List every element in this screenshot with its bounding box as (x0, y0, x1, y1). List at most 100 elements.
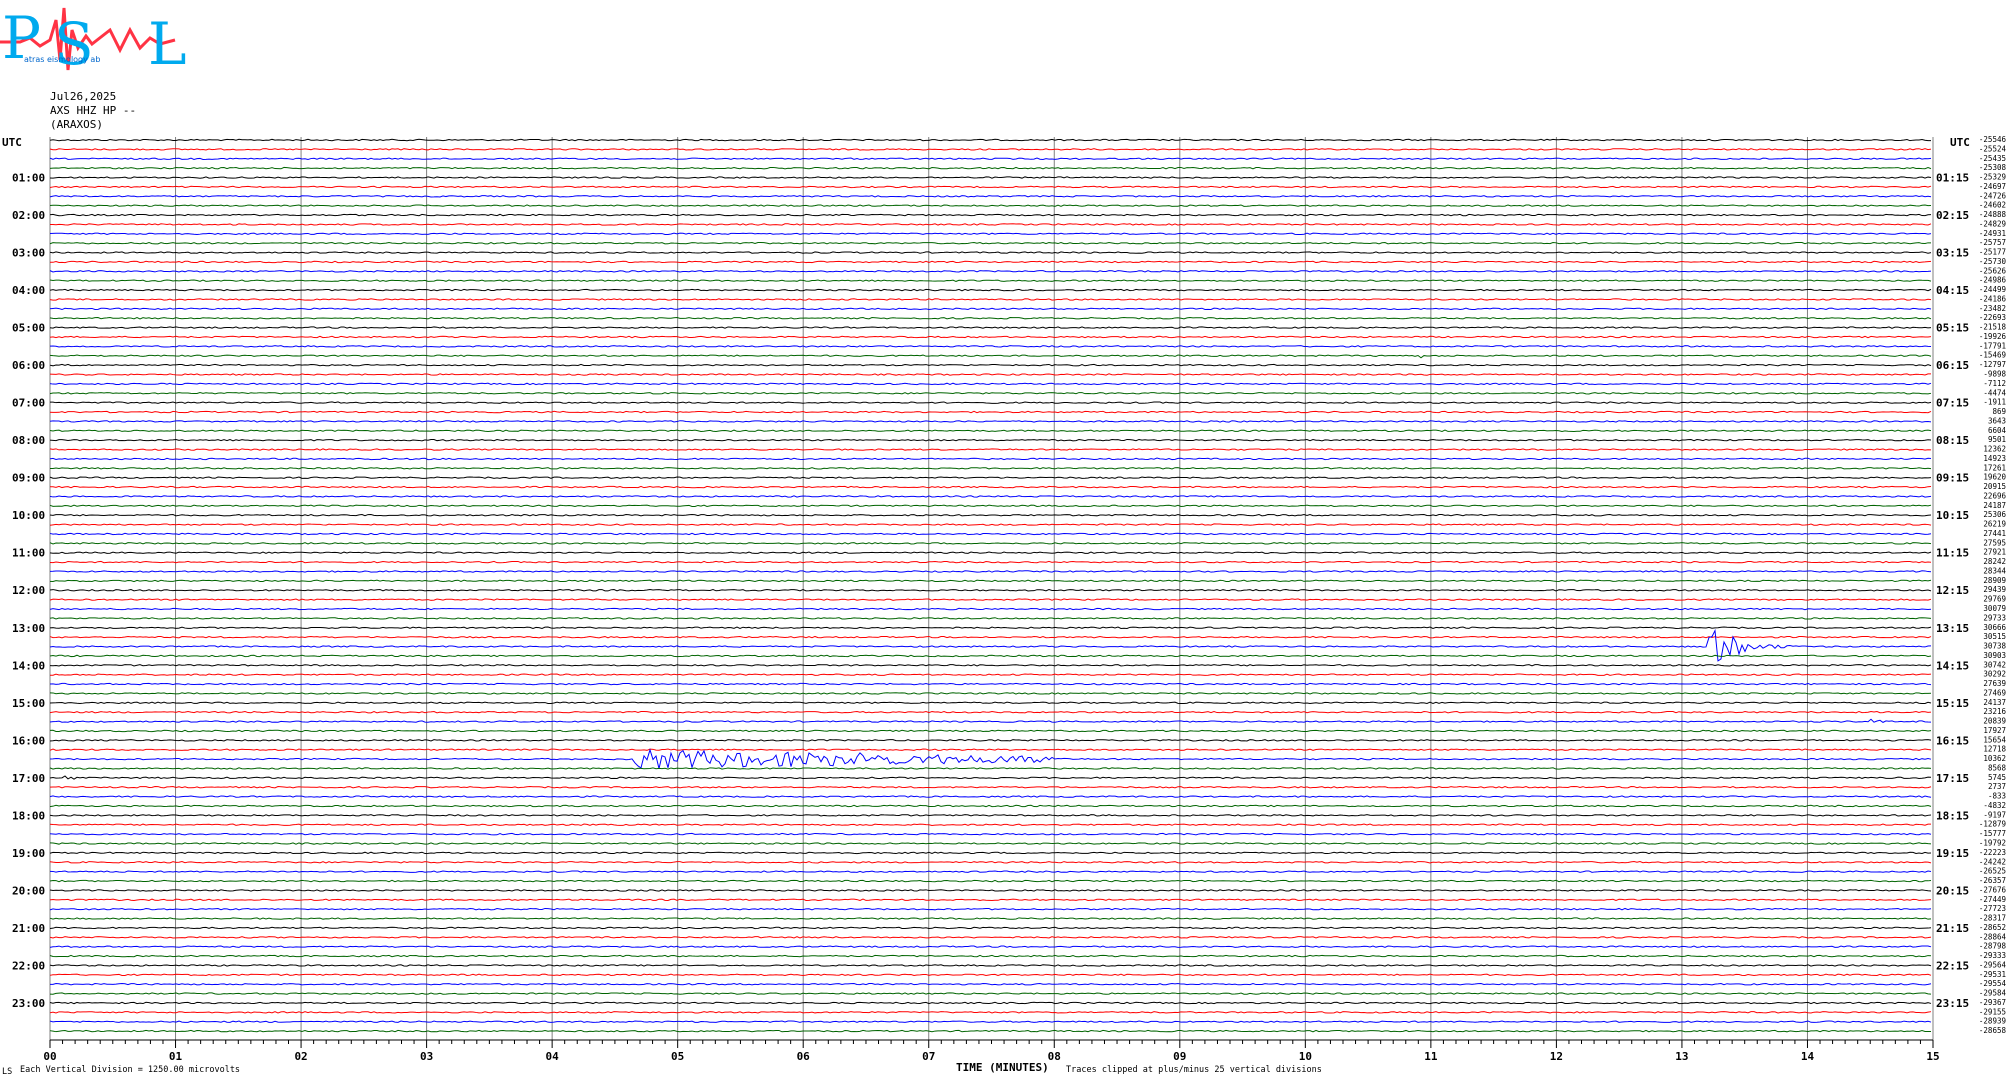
trace-47 (49, 579, 1932, 583)
trace-34 (49, 457, 1932, 461)
trace-value-93: -29155 (1979, 1007, 2006, 1016)
right-label-09:15: 09:15 (1936, 472, 1969, 485)
trace-94 (49, 1020, 1932, 1023)
right-label-17:15: 17:15 (1936, 772, 1969, 785)
trace-value-88: -29564 (1979, 960, 2007, 969)
trace-95 (49, 1029, 1932, 1033)
trace-value-14: -25626 (1979, 266, 2007, 275)
right-label-21:15: 21:15 (1936, 922, 1969, 935)
x-axis-ticks: 00 01 02 03 04 05 06 07 08 09 10 11 12 13 14 15 (43, 1039, 1940, 1063)
trace-76 (49, 851, 1932, 855)
trace-value-19: -22693 (1979, 313, 2006, 322)
left-label-16:00: 16:00 (12, 734, 45, 747)
trace-value-51: 29733 (1983, 613, 2006, 622)
x-tick-label-10: 10 (1299, 1050, 1312, 1063)
left-label-10:00: 10:00 (12, 509, 45, 522)
trace-27 (49, 392, 1932, 395)
trace-13 (49, 260, 1932, 264)
trace-value-10: -24931 (1979, 229, 2006, 238)
trace-73 (49, 823, 1932, 826)
trace-36 (49, 476, 1932, 479)
trace-32 (49, 438, 1932, 442)
trace-value-62: 20839 (1983, 717, 2006, 726)
left-label-07:00: 07:00 (12, 397, 45, 410)
trace-18 (49, 307, 1932, 311)
trace-91 (49, 992, 1932, 995)
trace-value-28: -1911 (1983, 398, 2006, 407)
trace-value-15: -24986 (1979, 276, 2007, 285)
trace-value-87: -29333 (1979, 951, 2006, 960)
helicorder-chart: 01:00 02:00 03:00 04:00 05:00 06:00 07:00 08:00… (2, 135, 2007, 1077)
right-label-14:15: 14:15 (1936, 659, 1969, 672)
trace-value-70: -833 (1988, 792, 2006, 801)
trace-82 (49, 907, 1932, 911)
trace-value-42: 27441 (1983, 529, 2006, 538)
trace-value-6: -24726 (1979, 191, 2007, 200)
trace-20 (49, 326, 1932, 329)
trace-78 (49, 870, 1932, 873)
left-label-13:00: 13:00 (12, 622, 45, 635)
trace-57 (49, 673, 1932, 676)
trace-value-26: -7112 (1983, 379, 2006, 388)
trace-value-91: -29584 (1979, 989, 2007, 998)
trace-66 (49, 748, 1932, 769)
trace-value-53: 30515 (1983, 632, 2006, 641)
left-hour-labels: 01:00 02:00 03:00 04:00 05:00 06:00 07:00 08:00… (12, 172, 45, 1010)
trace-74 (49, 832, 1932, 836)
trace-value-67: 8568 (1988, 763, 2007, 772)
trace-value-81: -27449 (1979, 895, 2006, 904)
trace-69 (49, 786, 1932, 789)
trace-51 (49, 617, 1932, 620)
trace-value-40: 25306 (1983, 510, 2006, 519)
trace-value-92: -29367 (1979, 998, 2006, 1007)
right-label-04:15: 04:15 (1936, 284, 1969, 297)
trace-value-27: -4474 (1983, 388, 2006, 397)
right-label-05:15: 05:15 (1936, 322, 1969, 335)
right-label-18:15: 18:15 (1936, 809, 1969, 822)
trace-value-34: 14923 (1983, 454, 2006, 463)
trace-71 (49, 804, 1932, 808)
left-label-20:00: 20:00 (12, 884, 45, 897)
trace-52 (49, 626, 1932, 630)
trace-value-39: 24187 (1983, 501, 2006, 510)
right-label-08:15: 08:15 (1936, 434, 1969, 447)
trace-value-82: -27723 (1979, 904, 2006, 913)
trace-15 (49, 279, 1932, 282)
left-label-19:00: 19:00 (12, 847, 45, 860)
x-tick-label-09: 09 (1173, 1050, 1186, 1063)
trace-value-56: 30742 (1983, 660, 2006, 669)
right-label-02:15: 02:15 (1936, 209, 1969, 222)
trace-value-74: -15777 (1979, 829, 2006, 838)
trace-55 (49, 654, 1932, 658)
x-tick-label-13: 13 (1675, 1050, 1688, 1063)
trace-value-57: 30292 (1983, 670, 2006, 679)
left-label-17:00: 17:00 (12, 772, 45, 785)
trace-value-60: 24137 (1983, 698, 2006, 707)
trace-93 (49, 1011, 1932, 1014)
right-label-15:15: 15:15 (1936, 697, 1969, 710)
trace-10 (49, 232, 1932, 236)
right-label-06:15: 06:15 (1936, 359, 1969, 372)
trace-value-84: -28652 (1979, 923, 2006, 932)
division-note: Each Vertical Division = 1250.00 microvo… (20, 1065, 240, 1075)
trace-22 (49, 345, 1932, 348)
trace-85 (49, 936, 1932, 939)
right-label-11:15: 11:15 (1936, 547, 1969, 560)
trace-87 (49, 954, 1932, 958)
trace-68 (49, 775, 1932, 780)
trace-9 (49, 223, 1932, 226)
left-label-04:00: 04:00 (12, 284, 45, 297)
trace-value-61: 23216 (1983, 707, 2006, 716)
left-label-08:00: 08:00 (12, 434, 45, 447)
trace-value-47: 28909 (1983, 576, 2006, 585)
trace-42 (49, 532, 1932, 536)
trace-value-68: 5745 (1988, 773, 2006, 782)
trace-1 (49, 148, 1932, 151)
x-tick-label-01: 01 (169, 1050, 183, 1063)
trace-80 (49, 889, 1932, 892)
right-hour-labels: 01:15 02:15 03:15 04:15 05:15 06:15 07:15 08:15… (1936, 172, 1969, 1010)
trace-58 (49, 682, 1932, 686)
trace-value-72: -9197 (1983, 810, 2006, 819)
trace-21 (49, 335, 1932, 339)
trace-value-41: 26219 (1983, 520, 2006, 529)
